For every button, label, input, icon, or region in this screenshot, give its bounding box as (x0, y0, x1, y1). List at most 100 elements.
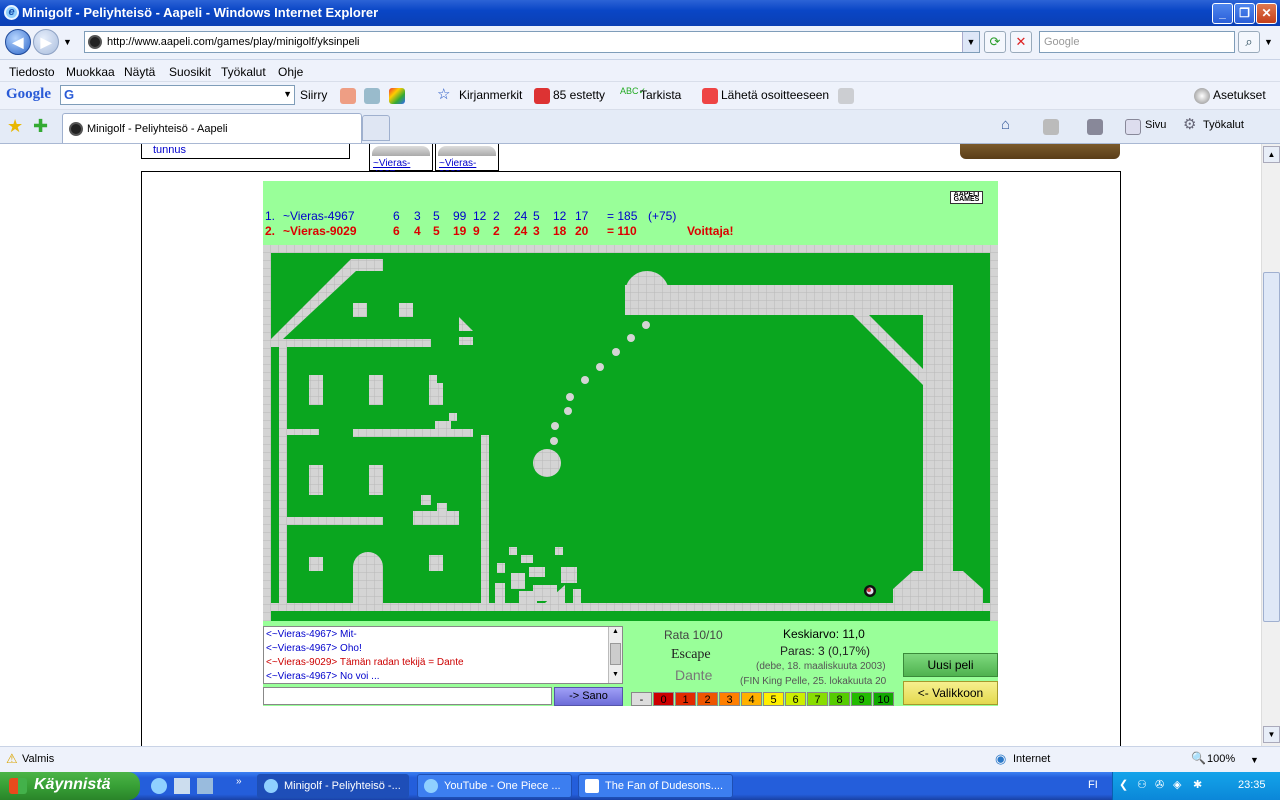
news-icon[interactable] (340, 88, 356, 104)
back-button[interactable]: ◀ (5, 29, 31, 55)
page-menu-button[interactable]: Sivu (1145, 119, 1166, 131)
stroke: 4 (414, 224, 421, 238)
rating-button-4[interactable]: 4 (741, 692, 762, 706)
menu-view[interactable]: Näytä (124, 65, 155, 79)
tray-bluetooth-icon[interactable]: ✱ (1193, 778, 1202, 791)
golf-ball[interactable] (864, 585, 876, 597)
menu-tools[interactable]: Työkalut (221, 65, 266, 79)
close-button[interactable]: ✕ (1256, 3, 1277, 24)
page-scroll-thumb[interactable] (1263, 272, 1280, 622)
favorites-star-icon[interactable]: ★ (7, 116, 23, 137)
rating-button-0[interactable]: 0 (653, 692, 674, 706)
login-link[interactable]: tunnus (153, 144, 186, 156)
language-indicator[interactable]: FI (1088, 779, 1098, 791)
tab-minigolf[interactable]: Minigolf - Peliyhteisö - Aapeli (62, 113, 362, 143)
chat-log[interactable]: <~Vieras-4967> Mit- <~Vieras-4967> Oho! … (263, 626, 623, 684)
google-search-input[interactable]: G ▼ (60, 85, 295, 105)
stroke: 3 (533, 224, 540, 238)
add-favorite-icon[interactable]: ✚ (33, 116, 48, 137)
bookmarks-button[interactable]: Kirjanmerkit (459, 88, 522, 102)
quicklaunch-ie-icon[interactable] (151, 778, 167, 794)
popup-blocked-count[interactable]: 85 estetty (553, 88, 605, 102)
rating-button-2[interactable]: 2 (697, 692, 718, 706)
scroll-down-icon[interactable]: ▼ (610, 671, 621, 682)
magnifier-icon[interactable] (364, 88, 380, 104)
refresh-icon[interactable]: ⟳ (984, 31, 1006, 53)
new-tab-button[interactable] (362, 115, 390, 141)
print-icon[interactable] (1087, 119, 1103, 135)
scroll-up-icon[interactable]: ▲ (1263, 146, 1280, 163)
scoreboard: AAPELI GAMES 1. ~Vieras-4967 6 3 5 99 12… (263, 181, 998, 245)
tools-gear-icon: ⚙ (1183, 116, 1197, 133)
home-icon[interactable]: ⌂ (1001, 116, 1010, 133)
course-drawing (263, 245, 998, 621)
golf-course[interactable] (263, 245, 998, 621)
back-to-menu-button[interactable]: <- Valikkoon (903, 681, 998, 705)
stroke: 24 (514, 209, 528, 223)
start-button[interactable]: Käynnistä (0, 772, 140, 800)
highlighter-icon[interactable] (838, 88, 854, 104)
rating-button-3[interactable]: 3 (719, 692, 740, 706)
address-dropdown-icon[interactable]: ▼ (962, 32, 979, 52)
rating-button-5[interactable]: 5 (763, 692, 784, 706)
rating-button-7[interactable]: 7 (807, 692, 828, 706)
player-tab-1[interactable]: ~Vieras-4967 (369, 144, 433, 180)
google-search-dropdown-icon[interactable]: ▼ (283, 89, 292, 99)
rating-minus-button[interactable]: - (631, 692, 652, 706)
rating-button-9[interactable]: 9 (851, 692, 872, 706)
quicklaunch-desktop-icon[interactable] (174, 778, 190, 794)
maximize-button[interactable]: ❐ (1234, 3, 1255, 24)
say-button[interactable]: -> Sano (554, 687, 623, 706)
minimize-button[interactable]: _ (1212, 3, 1233, 24)
rating-button-6[interactable]: 6 (785, 692, 806, 706)
search-options-icon[interactable]: ▼ (1264, 37, 1273, 47)
tray-expand-icon[interactable]: ❮ (1119, 778, 1128, 791)
rating-button-8[interactable]: 8 (829, 692, 850, 706)
popup-icon[interactable] (389, 88, 405, 104)
task-minigolf[interactable]: Minigolf - Peliyhteisö -... (257, 774, 409, 798)
zoom-level[interactable]: 100% (1207, 753, 1235, 765)
track-author: Dante (675, 667, 713, 683)
chat-scrollbar[interactable]: ▲ ▼ (608, 627, 622, 683)
stroke: 24 (514, 224, 528, 238)
zoom-dropdown-icon[interactable]: ▼ (1250, 755, 1259, 765)
stop-icon[interactable]: ✕ (1010, 31, 1032, 53)
rating-button-10[interactable]: 10 (873, 692, 894, 706)
stroke: 5 (433, 224, 440, 238)
history-dropdown-icon[interactable]: ▼ (63, 37, 72, 47)
menu-help[interactable]: Ohje (278, 65, 303, 79)
scroll-up-icon[interactable]: ▲ (610, 628, 621, 639)
menu-favorites[interactable]: Suosikit (169, 65, 211, 79)
address-bar[interactable]: http://www.aapeli.com/games/play/minigol… (84, 31, 980, 53)
tray-network-icon[interactable]: ✇ (1155, 778, 1164, 791)
quicklaunch-media-icon[interactable] (197, 778, 213, 794)
quicklaunch-more-icon[interactable]: » (236, 776, 242, 787)
scroll-down-icon[interactable]: ▼ (1263, 726, 1280, 743)
forward-button[interactable]: ▶ (33, 29, 59, 55)
track-name: Escape (671, 647, 711, 662)
new-game-button[interactable]: Uusi peli (903, 653, 998, 677)
chat-input[interactable] (263, 687, 552, 705)
spellcheck-button[interactable]: Tarkista (640, 88, 681, 102)
rating-button-1[interactable]: 1 (675, 692, 696, 706)
settings-button[interactable]: Asetukset (1213, 88, 1266, 102)
tray-users-icon[interactable]: ⚇ (1137, 778, 1147, 791)
search-input[interactable]: Google (1039, 31, 1235, 53)
clock[interactable]: 23:35 (1238, 779, 1266, 791)
menu-edit[interactable]: Muokkaa (66, 65, 115, 79)
player-tab-2[interactable]: ~Vieras-9029 (435, 144, 499, 180)
page-scrollbar[interactable]: ▲ ▼ (1261, 144, 1280, 746)
menu-file[interactable]: Tiedosto (9, 65, 55, 79)
feeds-icon[interactable] (1043, 119, 1059, 135)
chat-message: <~Vieras-9029> Tämän radan tekijä = Dant… (266, 657, 464, 668)
search-icon[interactable]: ⌕ (1238, 31, 1260, 53)
send-to-button[interactable]: Lähetä osoitteeseen (721, 88, 829, 102)
stroke: 12 (473, 209, 487, 223)
task-dudesons[interactable]: The Fan of Dudesons.... (578, 774, 733, 798)
tray-volume-icon[interactable]: ◈ (1173, 778, 1181, 791)
task-youtube[interactable]: YouTube - One Piece ... (417, 774, 572, 798)
settings-icon (1194, 88, 1210, 104)
tools-menu-button[interactable]: Työkalut (1203, 119, 1244, 131)
google-go-button[interactable]: Siirry (300, 88, 327, 102)
chat-scroll-thumb[interactable] (610, 643, 621, 665)
